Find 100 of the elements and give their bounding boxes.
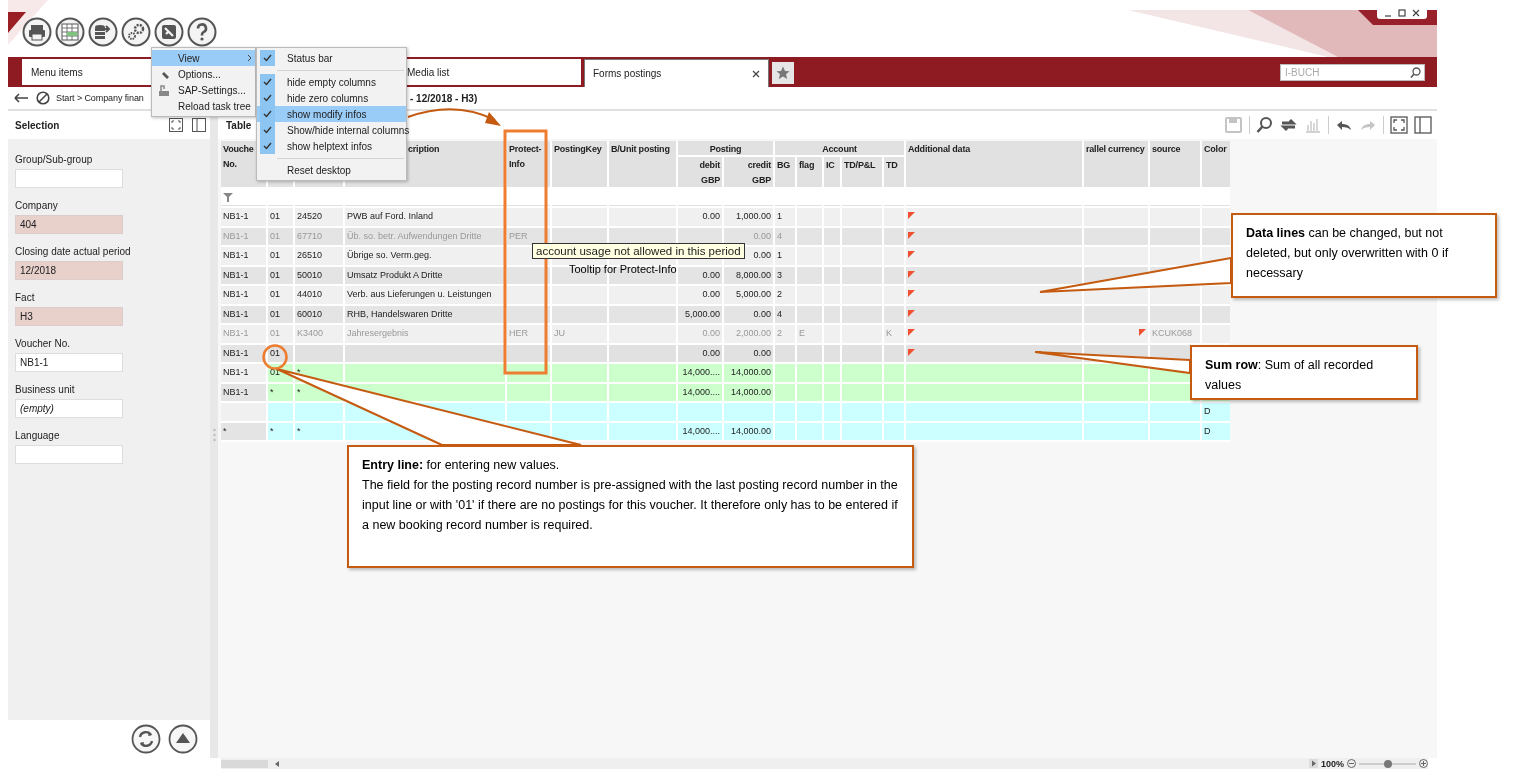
menu-item[interactable]: hide zero columns (257, 90, 406, 106)
table-cell (552, 422, 607, 440)
help-icon[interactable] (187, 17, 217, 47)
table-cell (842, 403, 882, 421)
collapse-up-icon[interactable] (168, 724, 198, 754)
table-cell: RHB, Handelswaren Dritte (345, 305, 505, 323)
table-cell: 0.00 (678, 266, 722, 284)
table-cell: NB1-1 (221, 383, 266, 401)
table-cell (507, 305, 550, 323)
table-cell (295, 403, 343, 421)
table-cell: E (797, 325, 822, 343)
table-cell (1202, 227, 1230, 245)
printer-icon[interactable] (22, 17, 52, 47)
table-cell: NB1-1 (221, 266, 266, 284)
table-cell: 1 (775, 208, 795, 226)
menu-item[interactable]: View (152, 50, 255, 66)
table-cell: 2,000.00 (724, 325, 773, 343)
zoom-in-icon[interactable] (1419, 759, 1428, 768)
input-field[interactable]: (empty) (15, 399, 123, 418)
table-cell (1150, 422, 1200, 440)
table-cell: HER (507, 325, 550, 343)
column-header: TD (884, 157, 904, 187)
field-label: Business unit (15, 384, 75, 395)
panel-icon[interactable] (1414, 116, 1432, 134)
close-icon[interactable] (752, 69, 760, 78)
table-cell: NB1-1 (221, 208, 266, 226)
input-field[interactable]: NB1-1 (15, 353, 123, 372)
splitter-handle[interactable] (212, 427, 216, 442)
table-cell: K3400 (295, 325, 343, 343)
table-cell: NB1-1 (221, 286, 266, 304)
callout-text: The field for the posting record number is pre-assigned with the last posting record number in the input line or with '01' if there are no postings for this voucher. It therefore only has to be entered if a new booking record number is required. (362, 477, 899, 534)
scrollbar-thumb[interactable] (221, 759, 268, 768)
table-cell (507, 403, 550, 421)
table-cell: 2 (775, 286, 795, 304)
table-cell (797, 266, 822, 284)
scroll-right-icon[interactable] (1308, 759, 1318, 768)
menu-item[interactable]: Reload task tree (152, 98, 255, 114)
table-cell (552, 364, 607, 382)
close-icon[interactable] (1411, 8, 1421, 18)
table-cell: 4 (775, 305, 795, 323)
search-icon[interactable] (1256, 116, 1274, 134)
menu-item[interactable]: Options... (152, 66, 255, 82)
search-icon[interactable] (1410, 66, 1421, 78)
callout-text: Sum row: Sum of all recorded values (1205, 357, 1375, 394)
input-field[interactable] (15, 169, 123, 188)
zoom-slider[interactable] (1383, 759, 1392, 768)
refresh-icon[interactable] (1280, 116, 1298, 134)
marker-icon (908, 251, 915, 258)
table-cell: 0.00 (724, 305, 773, 323)
table-cell: 4 (775, 227, 795, 245)
maximize-icon[interactable] (169, 118, 183, 132)
table-cell (1150, 305, 1200, 323)
cancel-icon[interactable] (36, 91, 50, 105)
marker-icon (908, 231, 915, 239)
table-cell (824, 266, 840, 284)
menu-item[interactable]: SAP-Settings... (152, 82, 255, 98)
refresh-icon[interactable] (131, 724, 161, 754)
menu-item[interactable]: show modify infos (257, 106, 406, 122)
maximize-icon[interactable] (1390, 116, 1408, 134)
input-field[interactable] (15, 445, 123, 464)
table-cell (609, 305, 676, 323)
maximize-icon[interactable] (1397, 8, 1407, 18)
table-cell: 01 (268, 325, 293, 343)
column-header: Protect- (509, 143, 543, 156)
input-field[interactable]: H3 (15, 307, 123, 326)
zoom-out-icon[interactable] (1347, 759, 1356, 768)
table-cell: Jahresergebnis (345, 325, 505, 343)
input-field[interactable]: 12/2018 (15, 261, 123, 280)
sap-settings-icon (158, 83, 170, 97)
table-cell: Umsatz Produkt A Dritte (345, 266, 505, 284)
input-field[interactable]: 404 (15, 215, 123, 234)
export-icon[interactable] (88, 17, 118, 47)
marker-icon (908, 348, 915, 356)
zoom-level: 100% (1320, 758, 1344, 769)
field-label: Closing date actual period (15, 246, 131, 257)
scroll-left-icon[interactable] (273, 759, 281, 768)
table-cell: 0.00 (724, 227, 773, 245)
wrench-icon[interactable] (154, 17, 184, 47)
table-cell: * (268, 383, 293, 401)
table-cell (884, 344, 904, 362)
field-label: Voucher No. (15, 338, 71, 349)
search-field[interactable]: I-BUCH (1280, 63, 1425, 81)
table-cell: 01 (268, 305, 293, 323)
table-cell: NB1-1 (221, 305, 266, 323)
back-arrow-icon[interactable] (14, 93, 28, 103)
column-group-header: Account (775, 141, 904, 155)
marker-icon (1139, 329, 1146, 336)
marker-icon (908, 290, 915, 297)
panel-icon[interactable] (192, 118, 206, 132)
favorites-button[interactable] (772, 62, 794, 84)
table-icon[interactable] (55, 17, 85, 47)
table-cell: 2 (775, 325, 795, 343)
table-cell: 01 (268, 266, 293, 284)
settings-icon[interactable] (121, 17, 151, 47)
table-cell: * (268, 422, 293, 440)
column-header: TD/P&L (842, 157, 882, 187)
table-cell (609, 403, 676, 421)
filter-icon[interactable] (223, 192, 233, 202)
table-cell (884, 305, 904, 323)
tab[interactable]: Forms postings (584, 59, 769, 87)
